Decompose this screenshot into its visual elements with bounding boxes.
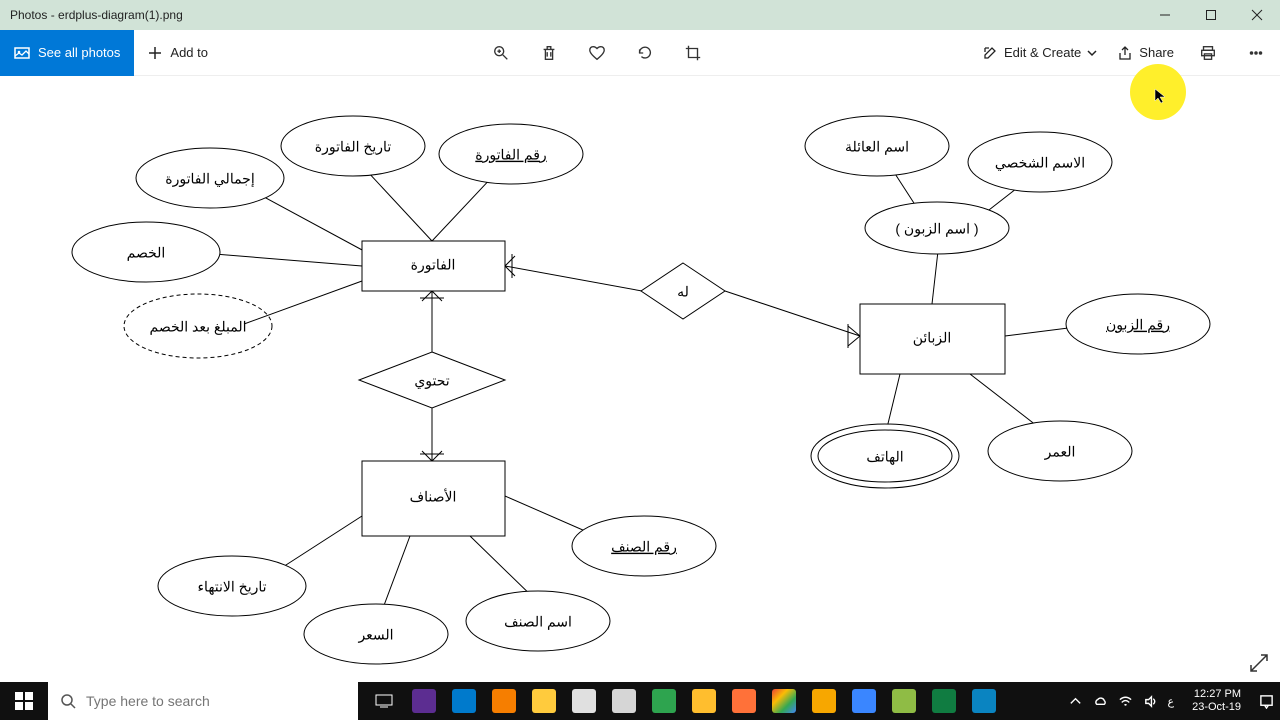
tray-chevron-up-icon[interactable] [1068,694,1083,709]
svg-text:رقم الفاتورة: رقم الفاتورة [475,147,546,164]
more-button[interactable] [1232,30,1280,76]
svg-text:له: له [677,284,689,300]
svg-text:تاريخ الانتهاء: تاريخ الانتهاء [197,579,266,596]
svg-text:المبلغ بعد الخصم: المبلغ بعد الخصم [150,319,247,336]
app-toolbar: See all photos Add to Edit & Create Shar… [0,30,1280,76]
svg-text:السعر: السعر [357,627,393,644]
clock-date: 23-Oct-19 [1192,701,1241,714]
add-to-button[interactable]: Add to [134,30,222,76]
taskbar-app-12[interactable] [844,682,884,720]
windows-icon [15,692,33,710]
favorite-button[interactable] [573,30,621,76]
svg-text:الخصم: الخصم [127,245,166,262]
taskbar-search[interactable] [48,682,358,720]
svg-text:اسم العائلة: اسم العائلة [845,139,909,156]
share-icon [1117,45,1133,61]
minimize-button[interactable] [1142,0,1188,30]
clock-time: 12:27 PM [1192,688,1241,701]
taskbar-app-1[interactable] [404,682,444,720]
taskbar-app-8[interactable] [684,682,724,720]
image-canvas: الفاتورة الزبائن الأصناف له تحتوي تاريخ … [0,76,1280,682]
svg-text:الزبائن: الزبائن [913,330,952,347]
taskbar-app-3[interactable] [484,682,524,720]
close-button[interactable] [1234,0,1280,30]
taskbar-clock[interactable]: 12:27 PM 23-Oct-19 [1184,688,1249,714]
svg-text:( اسم الزبون ): ( اسم الزبون ) [895,221,978,238]
crop-button[interactable] [669,30,717,76]
edit-icon [982,45,998,61]
taskbar-app-9[interactable] [724,682,764,720]
fullscreen-icon[interactable] [1248,652,1270,674]
svg-text:الفاتورة: الفاتورة [411,257,456,274]
tray-cloud-icon[interactable] [1093,694,1108,709]
add-to-label: Add to [170,45,208,60]
chevron-down-icon [1087,48,1097,58]
gallery-icon [14,45,30,61]
svg-text:تحتوي: تحتوي [414,373,449,390]
taskbar-app-4[interactable] [524,682,564,720]
system-tray: ع 12:27 PM 23-Oct-19 [1068,688,1280,714]
search-icon [60,693,76,709]
taskbar-app-15[interactable] [964,682,1004,720]
delete-button[interactable] [525,30,573,76]
taskbar-app-6[interactable] [604,682,644,720]
share-label: Share [1139,45,1174,60]
taskbar-app-2[interactable] [444,682,484,720]
taskbar-app-7[interactable] [644,682,684,720]
notifications-icon[interactable] [1259,694,1274,709]
see-all-photos-button[interactable]: See all photos [0,30,134,76]
svg-text:الهاتف: الهاتف [866,449,903,466]
window-title: Photos - erdplus-diagram(1).png [10,8,183,22]
taskbar-app-5[interactable] [564,682,604,720]
plus-icon [148,46,162,60]
svg-text:العمر: العمر [1044,444,1076,461]
svg-text:اسم الصنف: اسم الصنف [504,614,572,631]
tray-volume-icon[interactable] [1143,694,1158,709]
taskbar-app-11[interactable] [804,682,844,720]
svg-text:رقم الصنف: رقم الصنف [611,539,677,556]
edit-create-button[interactable]: Edit & Create [972,30,1107,76]
taskbar-app-10[interactable] [764,682,804,720]
taskbar-app-13[interactable] [884,682,924,720]
taskbar-app-14[interactable] [924,682,964,720]
window-titlebar: Photos - erdplus-diagram(1).png [0,0,1280,30]
svg-text:تاريخ الفاتورة: تاريخ الفاتورة [315,139,392,156]
svg-text:إجمالي الفاتورة: إجمالي الفاتورة [165,171,255,188]
windows-taskbar: ع 12:27 PM 23-Oct-19 [0,682,1280,720]
see-all-photos-label: See all photos [38,45,120,60]
mouse-cursor [1154,88,1170,104]
zoom-button[interactable] [477,30,525,76]
edit-create-label: Edit & Create [1004,45,1081,60]
search-input[interactable] [86,693,346,709]
svg-text:الاسم الشخصي: الاسم الشخصي [995,155,1085,172]
rotate-button[interactable] [621,30,669,76]
svg-text:الأصناف: الأصناف [410,488,457,505]
print-button[interactable] [1184,30,1232,76]
svg-text:رقم الزبون: رقم الزبون [1106,317,1170,334]
task-view-icon[interactable] [364,682,404,720]
tray-wifi-icon[interactable] [1118,694,1133,709]
tray-language[interactable]: ع [1168,695,1175,708]
maximize-button[interactable] [1188,0,1234,30]
start-button[interactable] [0,682,48,720]
